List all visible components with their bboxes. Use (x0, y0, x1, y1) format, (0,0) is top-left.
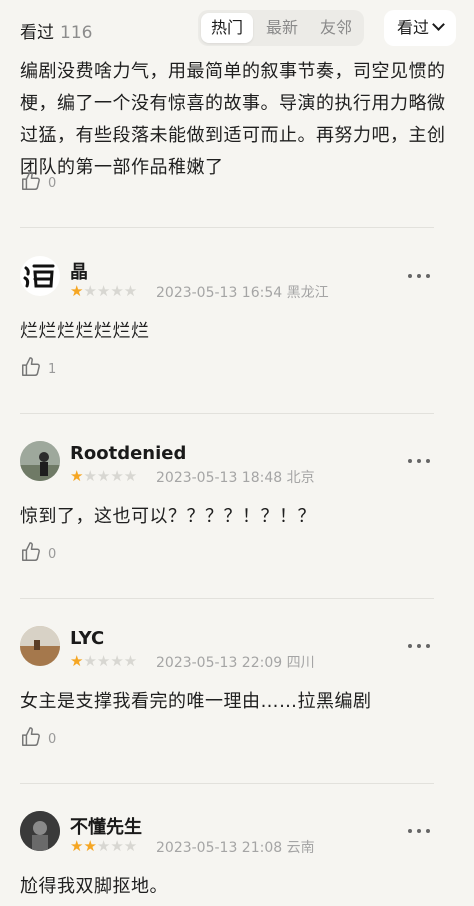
avatar[interactable] (20, 626, 60, 666)
thumb-up-icon (22, 542, 40, 561)
review-time: 2023-05-13 21:08 云南 (156, 840, 315, 856)
like-count: 0 (48, 732, 57, 747)
like-count: 1 (48, 362, 57, 377)
thumb-up-icon (22, 727, 40, 746)
username[interactable]: LYC (70, 628, 104, 649)
like-count: 0 (48, 176, 57, 191)
review-time: 2023-05-13 16:54 黑龙江 (156, 285, 329, 301)
more-options-icon[interactable] (406, 826, 432, 836)
top-bar: 看过 116 热门 最新 友邻 看过 (0, 0, 474, 56)
avatar[interactable] (20, 811, 60, 851)
star-rating: ★★★★★ (70, 467, 138, 485)
watched-filter-dropdown[interactable]: 看过 (384, 10, 456, 46)
star-rating: ★★★★★ (70, 282, 138, 300)
review-text: 尬得我双脚抠地。 (20, 876, 168, 897)
avatar[interactable] (20, 256, 60, 296)
username[interactable]: Rootdenied (70, 443, 186, 464)
chevron-down-icon (432, 18, 445, 31)
watched-count: 116 (60, 23, 93, 43)
thumb-up-icon (22, 357, 40, 376)
watched-count-title: 看过 116 (20, 18, 92, 43)
review-text: 烂烂烂烂烂烂烂 (20, 321, 150, 342)
avatar[interactable] (20, 441, 60, 481)
more-options-icon[interactable] (406, 641, 432, 651)
divider (20, 227, 434, 228)
tab-latest[interactable]: 最新 (256, 13, 308, 43)
review-text: 编剧没费啥力气，用最简单的叙事节奏，司空见惯的梗，编了一个没有惊喜的故事。导演的… (20, 61, 446, 178)
star-rating: ★★★★★ (70, 652, 138, 670)
thumb-up-icon (22, 171, 40, 190)
title-label: 看过 (20, 23, 54, 43)
tab-hot[interactable]: 热门 (201, 13, 253, 43)
divider (20, 783, 434, 784)
review-text: 惊到了，这也可以？？？？！？！？ (20, 506, 316, 527)
divider (20, 598, 434, 599)
divider (20, 413, 434, 414)
review-time: 2023-05-13 18:48 北京 (156, 470, 315, 486)
review-time: 2023-05-13 22:09 四川 (156, 655, 315, 671)
like-count: 0 (48, 547, 57, 562)
tab-friends[interactable]: 友邻 (310, 13, 362, 43)
star-rating: ★★★★★ (70, 837, 138, 855)
sort-segmented-control: 热门 最新 友邻 (198, 10, 364, 46)
more-options-icon[interactable] (406, 271, 432, 281)
watched-filter-label: 看过 (396, 18, 429, 37)
review-text: 女主是支撑我看完的唯一理由……拉黑编剧 (20, 691, 372, 712)
more-options-icon[interactable] (406, 456, 432, 466)
